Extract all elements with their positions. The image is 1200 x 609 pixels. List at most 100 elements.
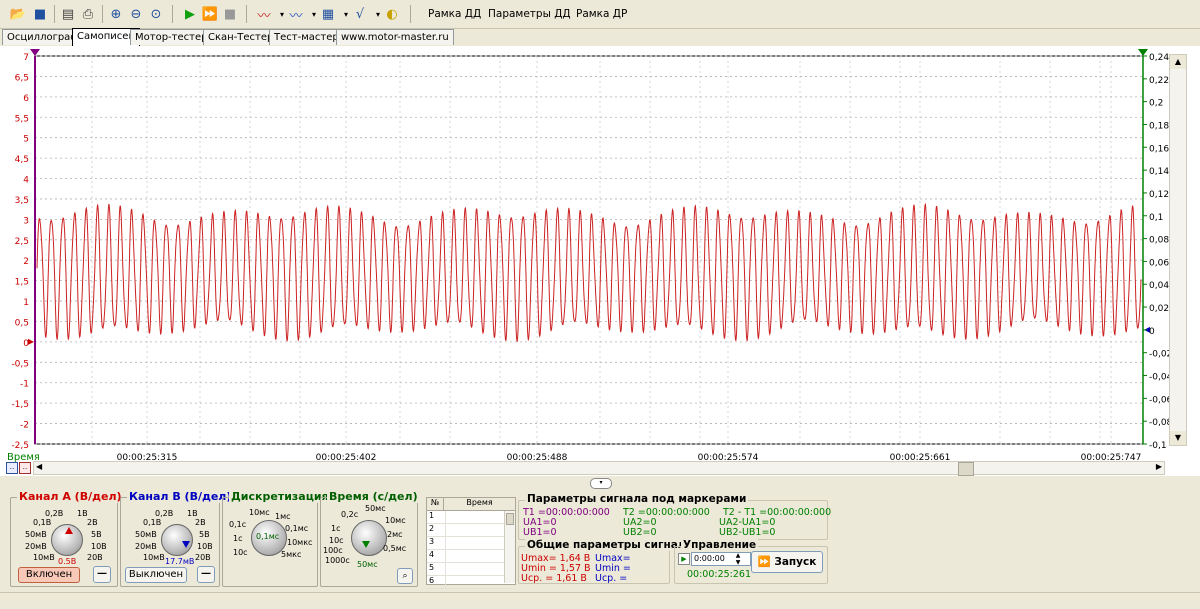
scale-label: 0,2с [341, 510, 359, 519]
horizontal-scrollbar[interactable]: ◀ ▶ [33, 461, 1165, 476]
tab-bar: Осциллограф Самописец Мотор-тестер Скан-… [0, 28, 1200, 47]
tab-website[interactable]: www.motor-master.ru [336, 29, 454, 45]
marker-params-group: Параметры сигнала под маркерами T1 =00:0… [518, 493, 831, 540]
scale-label: 1В [187, 509, 198, 518]
marker-right-icon[interactable] [1138, 49, 1148, 56]
tab-motor-tester[interactable]: Мотор-тестер [130, 29, 213, 45]
scale-label: 0,1с [229, 520, 247, 529]
frame-dr-button[interactable]: Рамка ДР [576, 8, 627, 20]
table-row[interactable]: 6 [427, 576, 515, 589]
sqrt-icon[interactable]: √ [350, 4, 370, 24]
uavg-b: Ucp. = [595, 573, 628, 584]
right-tick-label: 0,18 [1149, 121, 1169, 131]
table-header: № [427, 498, 444, 510]
scale-label: 10с [329, 536, 344, 545]
left-tick-label: 0 [23, 339, 29, 349]
table-header: Время [466, 498, 493, 507]
play-small-icon[interactable]: ▶ [678, 553, 690, 565]
scale-label: 10мс [385, 516, 406, 525]
frame-dd-button[interactable]: Рамка ДД [428, 8, 481, 20]
scale-label: 10мВ [143, 553, 165, 562]
left-tick-label: -0,5 [11, 359, 29, 369]
scale-label: 1000с [325, 556, 350, 565]
stop-icon[interactable]: ■ [220, 4, 240, 24]
save-icon[interactable]: ■ [30, 4, 50, 24]
time-value: 50мс [357, 560, 378, 569]
table-row[interactable]: 5 [427, 563, 515, 576]
channel-b-knob[interactable] [161, 524, 193, 556]
play-icon[interactable]: ▶ [180, 4, 200, 24]
table-cell: 2 [427, 524, 446, 536]
calculator-icon[interactable]: ▦ [318, 4, 338, 24]
collapse-panel-icon[interactable]: ▾ [590, 478, 612, 489]
left-tick-label: -2 [20, 421, 29, 431]
time-zoom-icon[interactable]: ⌕ [397, 568, 413, 584]
start-button[interactable]: ⏩ Запуск [751, 551, 823, 573]
fast-forward-icon[interactable]: ⏩ [200, 4, 220, 24]
scale-label: 0,2В [45, 509, 64, 518]
scroll-right-icon[interactable]: ▶ [1156, 462, 1162, 471]
marker-left-icon[interactable] [30, 49, 40, 56]
left-tick-label: 2 [23, 257, 29, 267]
table-row[interactable]: 2 [427, 524, 515, 537]
params-dd-button[interactable]: Параметры ДД [488, 8, 571, 20]
zoom-in-icon[interactable]: ⊕ [106, 4, 126, 24]
signal-a-icon[interactable]: 〰 [254, 4, 274, 24]
left-tick-label: 1 [23, 298, 29, 308]
uavg-a: Ucp. = 1,61 В [521, 573, 587, 584]
zoom-fit-icon[interactable]: ⊙ [146, 4, 166, 24]
channel-b-minus-button[interactable]: — [197, 566, 215, 583]
scale-label: 0,1мс [285, 524, 309, 533]
scale-label: 20мВ [25, 542, 47, 551]
right-tick-label: 0,24 [1149, 53, 1169, 63]
tab-test-master[interactable]: Тест-мастер [269, 29, 344, 45]
tab-scan-tester[interactable]: Скан-Тестер [203, 29, 279, 45]
marker-table: № Время 123456 [426, 497, 516, 589]
scale-label: 20мВ [135, 542, 157, 551]
zoom-x-icon[interactable]: ‥ [6, 462, 18, 474]
spinner-arrows-icon[interactable]: ▲ ▼ [733, 552, 743, 566]
zoom-out-icon[interactable]: ⊖ [126, 4, 146, 24]
discretization-value: 0,1мс [256, 532, 280, 541]
left-tick-label: 4 [23, 176, 29, 186]
horizontal-scroll-row: ‥ ‥ ◀ ▶ [0, 459, 1200, 477]
scale-label: 10мкс [287, 538, 313, 547]
scroll-up-icon[interactable]: ▲ [1170, 55, 1186, 69]
chart-area[interactable]: 7 6,5 6 5,5 5 4,5 4 3,5 3 2,5 2 1,5 1 0,5 0 -0,5 -1 -1,5 -… [0, 46, 1200, 476]
right-tick-label: 0,02 [1149, 304, 1169, 314]
print-preview-icon[interactable]: ▤ [58, 4, 78, 24]
scroll-down-icon[interactable]: ▼ [1170, 431, 1186, 445]
channel-a-group: Канал А (В/дел) 0,2В 1В 0,1В 2В 50мВ 5В … [10, 490, 124, 587]
time-knob[interactable] [351, 520, 387, 556]
chart-svg[interactable]: 7 6,5 6 5,5 5 4,5 4 3,5 3 2,5 2 1,5 1 0,5 0 -0,5 -1 -1,5 -… [0, 46, 1200, 476]
sound-icon[interactable]: ◐ [382, 4, 402, 24]
elapsed-time: 00:00:25:261 [687, 569, 751, 580]
table-row[interactable]: 4 [427, 550, 515, 563]
channel-a-minus-button[interactable]: — [93, 566, 111, 583]
scroll-thumb[interactable] [958, 462, 974, 476]
scale-label: 20В [87, 553, 103, 562]
left-tick-label: 3,5 [15, 196, 29, 206]
signal-b-icon[interactable]: 〰 [286, 4, 306, 24]
channel-a-knob[interactable] [51, 524, 83, 556]
zoom-y-icon[interactable]: ‥ [19, 462, 31, 474]
channel-a-toggle-button[interactable]: Включен [18, 567, 80, 583]
scale-label: 1с [331, 524, 341, 533]
table-cell: 5 [427, 563, 446, 575]
scale-label: 2В [87, 518, 98, 527]
time-title: Время (с/дел) [327, 490, 420, 503]
left-tick-label: -1 [20, 380, 29, 390]
scroll-left-icon[interactable]: ◀ [36, 462, 42, 471]
scale-label: 1мс [275, 512, 291, 521]
right-tick-label: 0,1 [1149, 213, 1163, 223]
scale-label: 10В [91, 542, 107, 551]
scale-label: 50мВ [135, 530, 157, 539]
vertical-scrollbar[interactable]: ▲ ▼ [1169, 54, 1187, 446]
scale-label: 5мкс [281, 550, 302, 559]
table-row[interactable]: 1 [427, 511, 515, 524]
table-row[interactable]: 3 [427, 537, 515, 550]
channel-b-toggle-button[interactable]: Выключен [125, 567, 187, 583]
open-folder-icon[interactable]: 📂 [8, 4, 28, 24]
print-icon[interactable]: ⎙ [78, 4, 98, 24]
table-scrollbar[interactable] [504, 511, 515, 583]
